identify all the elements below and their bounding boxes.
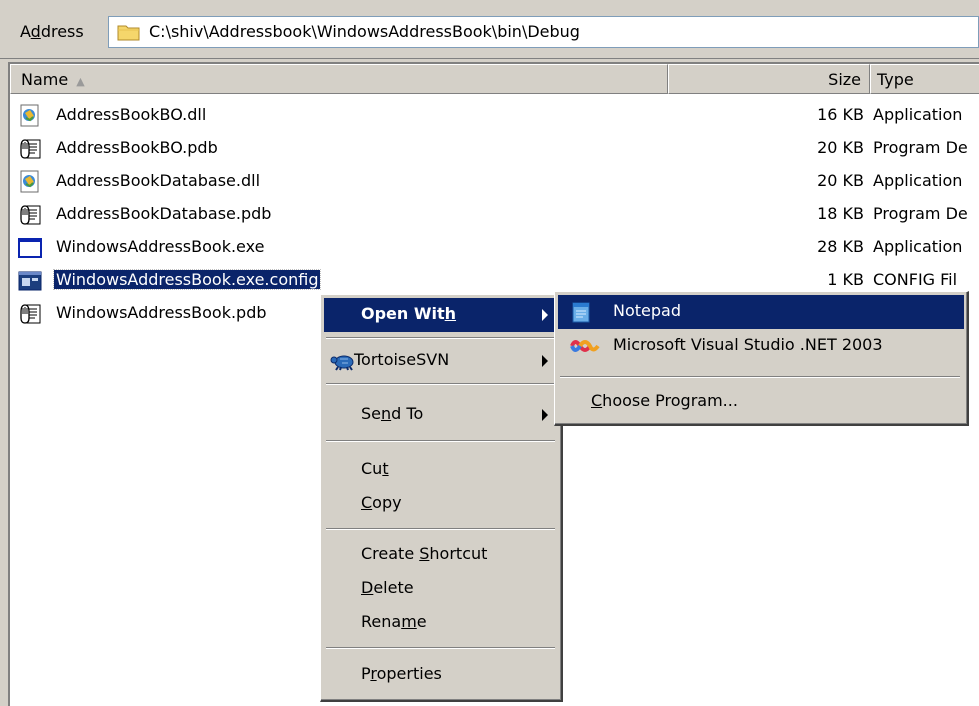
pdb-icon xyxy=(20,205,41,225)
sort-ascending-icon: ▲ xyxy=(76,75,85,88)
submenu-arrow-icon xyxy=(542,355,548,367)
file-name: AddressBookBO.pdb xyxy=(56,138,218,157)
file-size: 18 KB xyxy=(817,204,864,223)
file-size: 20 KB xyxy=(817,171,864,190)
file-size: 28 KB xyxy=(817,237,864,256)
address-field[interactable]: C:\shiv\Addressbook\WindowsAddressBook\b… xyxy=(108,16,979,48)
file-row[interactable]: AddressBookDatabase.dll 20 KB Applicatio… xyxy=(10,166,979,199)
menu-send-to-label: Send To xyxy=(361,404,424,423)
file-row[interactable]: AddressBookBO.dll 16 KB Application xyxy=(10,100,979,133)
menu-separator xyxy=(326,647,555,649)
dll-icon xyxy=(20,104,39,127)
exe-icon xyxy=(18,238,42,258)
submenu-visual-studio[interactable]: Microsoft Visual Studio .NET 2003 xyxy=(558,329,964,363)
file-name: WindowsAddressBook.pdb xyxy=(56,303,267,322)
file-size: 20 KB xyxy=(817,138,864,157)
menu-rename[interactable]: Rename xyxy=(324,606,559,640)
submenu-choose-program[interactable]: Choose Program... xyxy=(558,385,964,419)
file-name: AddressBookDatabase.pdb xyxy=(56,204,272,223)
file-type: CONFIG Fil xyxy=(873,270,958,289)
menu-delete[interactable]: Delete xyxy=(324,572,559,606)
submenu-arrow-icon xyxy=(542,409,548,421)
file-type: Application xyxy=(873,105,963,124)
column-name-label: Name xyxy=(21,70,69,89)
menu-separator xyxy=(326,528,555,530)
file-type: Program De xyxy=(873,138,968,157)
menu-copy-label: Copy xyxy=(361,493,402,512)
menu-properties[interactable]: Properties xyxy=(324,658,559,692)
menu-separator xyxy=(560,376,960,378)
menu-tortoisesvn-label: TortoiseSVN xyxy=(354,350,450,369)
menu-cut-label: Cut xyxy=(361,459,389,478)
file-type: Program De xyxy=(873,204,968,223)
menu-rename-label: Rename xyxy=(361,612,427,631)
pdb-icon xyxy=(20,304,41,324)
menu-create-shortcut-label: Create Shortcut xyxy=(361,544,488,563)
visual-studio-icon xyxy=(570,340,600,352)
context-menu: Open With TortoiseSVN Send To Cut Copy C… xyxy=(320,294,563,702)
file-name: AddressBookDatabase.dll xyxy=(56,171,261,190)
menu-separator xyxy=(326,337,555,339)
folder-icon xyxy=(117,25,140,41)
file-name: WindowsAddressBook.exe xyxy=(56,237,265,256)
file-type: Application xyxy=(873,171,963,190)
menu-open-with-label: Open With xyxy=(361,304,457,323)
column-type-label: Type xyxy=(877,70,914,89)
menu-send-to[interactable]: Send To xyxy=(324,398,559,432)
dll-icon xyxy=(20,170,39,193)
file-size: 16 KB xyxy=(817,105,864,124)
menu-create-shortcut[interactable]: Create Shortcut xyxy=(324,538,559,572)
notepad-icon xyxy=(572,302,590,323)
menu-cut[interactable]: Cut xyxy=(324,453,559,487)
pdb-icon xyxy=(20,139,41,159)
menu-separator xyxy=(326,440,555,442)
column-name[interactable]: Name ▲ xyxy=(10,64,668,94)
address-label: Address xyxy=(20,22,84,41)
column-type[interactable]: Type xyxy=(870,64,979,94)
column-size-label: Size xyxy=(828,70,861,89)
column-size[interactable]: Size xyxy=(668,64,870,94)
file-type: Application xyxy=(873,237,963,256)
submenu-arrow-icon xyxy=(542,309,548,321)
file-row[interactable]: AddressBookDatabase.pdb 18 KB Program De xyxy=(10,199,979,232)
submenu-notepad[interactable]: Notepad xyxy=(558,295,964,329)
file-name: WindowsAddressBook.exe.config xyxy=(52,269,322,290)
file-row[interactable]: AddressBookBO.pdb 20 KB Program De xyxy=(10,133,979,166)
file-row[interactable]: WindowsAddressBook.exe 28 KB Application xyxy=(10,232,979,265)
submenu-choose-program-label: Choose Program... xyxy=(591,391,738,410)
menu-copy[interactable]: Copy xyxy=(324,487,559,521)
tortoise-icon xyxy=(330,355,354,371)
file-size: 1 KB xyxy=(827,270,864,289)
config-icon xyxy=(18,271,42,291)
open-with-submenu: Notepad Microsoft Visual Studio .NET 200… xyxy=(554,291,969,426)
menu-separator xyxy=(326,383,555,385)
address-bar: Address C:\shiv\Addressbook\WindowsAddre… xyxy=(0,0,979,59)
menu-delete-label: Delete xyxy=(361,578,414,597)
submenu-visual-studio-label: Microsoft Visual Studio .NET 2003 xyxy=(613,335,883,354)
column-header: Name ▲ Size Type xyxy=(10,64,979,94)
menu-tortoisesvn[interactable]: TortoiseSVN xyxy=(324,344,559,378)
menu-properties-label: Properties xyxy=(361,664,442,683)
address-path: C:\shiv\Addressbook\WindowsAddressBook\b… xyxy=(149,22,580,41)
menu-open-with[interactable]: Open With xyxy=(324,298,559,332)
submenu-notepad-label: Notepad xyxy=(613,301,681,320)
file-name: AddressBookBO.dll xyxy=(56,105,207,124)
